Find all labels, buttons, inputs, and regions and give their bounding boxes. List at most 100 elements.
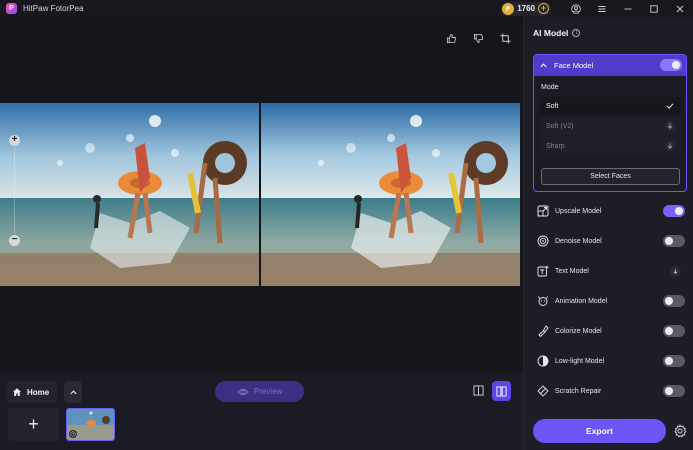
- canvas-toolbar: [446, 31, 511, 44]
- toggle-knob: [665, 327, 673, 335]
- close-icon[interactable]: [667, 0, 693, 17]
- coin-icon: [502, 2, 515, 15]
- low-light-icon: [537, 355, 549, 367]
- model-label: Animation Model: [555, 297, 608, 305]
- account-icon[interactable]: [563, 0, 589, 17]
- panel-header: AI Model i: [533, 28, 581, 38]
- colorize-model-toggle[interactable]: [663, 325, 685, 337]
- mode-option-label: Soft: [546, 102, 559, 110]
- expand-filmstrip-button[interactable]: [64, 381, 82, 403]
- low-light-model-row[interactable]: Low-light Model: [537, 352, 685, 370]
- model-label: Scratch Repair: [555, 387, 602, 395]
- toggle-knob: [672, 61, 680, 69]
- enhanced-photo: [261, 103, 520, 286]
- text-model-row[interactable]: Text Model: [537, 262, 685, 280]
- thumbs-up-icon[interactable]: [446, 31, 457, 44]
- face-model-toggle[interactable]: [660, 59, 682, 71]
- model-label: Low-light Model: [555, 357, 605, 365]
- zoom-slider-track[interactable]: [14, 148, 15, 233]
- info-icon[interactable]: i: [572, 29, 581, 37]
- mode-option-sharp[interactable]: Sharp: [540, 137, 681, 155]
- zoom-in-button[interactable]: +: [9, 135, 20, 146]
- maximize-icon[interactable]: [641, 0, 667, 17]
- upscale-icon: [537, 205, 549, 217]
- face-model-header[interactable]: Face Model: [534, 55, 686, 76]
- download-icon[interactable]: [665, 141, 675, 151]
- clock-icon: [69, 430, 77, 438]
- text-model-icon: [537, 265, 549, 277]
- home-label: Home: [27, 387, 50, 397]
- image-thumbnail[interactable]: [66, 408, 115, 441]
- add-image-button[interactable]: +: [8, 408, 59, 441]
- toggle-knob: [675, 207, 683, 215]
- zoom-control: + −: [9, 135, 20, 247]
- app-window: P HitPaw FotorPea 1760 + + − Home Previe…: [0, 0, 693, 450]
- denoise-icon: [537, 235, 549, 247]
- colorize-icon: [537, 325, 549, 337]
- chevron-up-icon: [540, 63, 547, 68]
- credits-badge[interactable]: 1760 +: [501, 1, 551, 16]
- toggle-knob: [665, 357, 673, 365]
- beach-photo-original: [0, 103, 259, 286]
- download-icon[interactable]: [670, 266, 681, 277]
- mode-option-soft-v2[interactable]: Soft (V2): [540, 117, 681, 135]
- upscale-model-row[interactable]: Upscale Model: [537, 202, 685, 220]
- model-label: Upscale Model: [555, 207, 602, 215]
- scratch-repair-toggle[interactable]: [663, 385, 685, 397]
- mode-option-label: Soft (V2): [546, 122, 574, 130]
- app-logo-letter: P: [9, 5, 14, 12]
- home-button[interactable]: Home: [6, 381, 58, 403]
- animation-icon: [537, 295, 549, 307]
- download-icon[interactable]: [665, 121, 675, 131]
- animation-model-toggle[interactable]: [663, 295, 685, 307]
- crop-icon[interactable]: [500, 31, 511, 44]
- preview-button[interactable]: Preview: [215, 381, 304, 402]
- model-label: Colorize Model: [555, 327, 602, 335]
- compare-icon: [496, 385, 507, 397]
- minimize-icon[interactable]: [615, 0, 641, 17]
- settings-gear-icon[interactable]: [673, 424, 687, 438]
- face-model-label: Face Model: [554, 61, 594, 70]
- low-light-model-toggle[interactable]: [663, 355, 685, 367]
- face-model-card: Face Model Mode Soft Soft (V2) Sharp Sel…: [533, 54, 687, 192]
- upscale-model-toggle[interactable]: [663, 205, 685, 217]
- chevron-up-icon: [69, 389, 77, 394]
- beach-photo-enhanced: [261, 103, 520, 286]
- menu-icon[interactable]: [589, 0, 615, 17]
- bottom-bar: Home Preview +: [0, 371, 523, 450]
- colorize-model-row[interactable]: Colorize Model: [537, 322, 685, 340]
- checkmark-icon: [665, 101, 675, 111]
- animation-model-row[interactable]: Animation Model: [537, 292, 685, 310]
- home-icon: [13, 388, 21, 396]
- original-photo: [0, 103, 259, 286]
- side-by-side-view-button[interactable]: [492, 381, 511, 401]
- ai-model-panel: AI Model i Face Model Mode Soft Soft (V2…: [523, 17, 693, 450]
- export-button[interactable]: Export: [533, 419, 666, 443]
- scratch-repair-row[interactable]: Scratch Repair: [537, 382, 685, 400]
- app-title: HitPaw FotorPea: [23, 4, 84, 13]
- mode-option-soft[interactable]: Soft: [540, 97, 681, 115]
- preview-label: Preview: [253, 387, 283, 396]
- mode-option-label: Sharp: [546, 142, 565, 150]
- denoise-model-row[interactable]: Denoise Model: [537, 232, 685, 250]
- credits-count: 1760: [517, 4, 535, 13]
- title-bar: P HitPaw FotorPea 1760 +: [0, 0, 693, 17]
- app-logo: P: [6, 3, 17, 14]
- split-vertical-icon: [472, 385, 484, 396]
- toggle-knob: [665, 237, 673, 245]
- mode-label: Mode: [541, 84, 559, 91]
- title-bar-controls: 1760 +: [501, 0, 693, 17]
- add-credits-button[interactable]: +: [538, 3, 549, 14]
- preview-canvas: + −: [0, 17, 523, 371]
- model-label: Denoise Model: [555, 237, 602, 245]
- thumbs-down-icon[interactable]: [473, 31, 484, 44]
- single-view-button[interactable]: [470, 382, 486, 399]
- model-label: Text Model: [555, 267, 589, 275]
- zoom-out-button[interactable]: −: [9, 235, 20, 246]
- eye-icon: [237, 388, 249, 395]
- toggle-knob: [665, 387, 673, 395]
- denoise-model-toggle[interactable]: [663, 235, 685, 247]
- select-faces-button[interactable]: Select Faces: [541, 168, 680, 185]
- scratch-repair-icon: [537, 385, 549, 397]
- toggle-knob: [665, 297, 673, 305]
